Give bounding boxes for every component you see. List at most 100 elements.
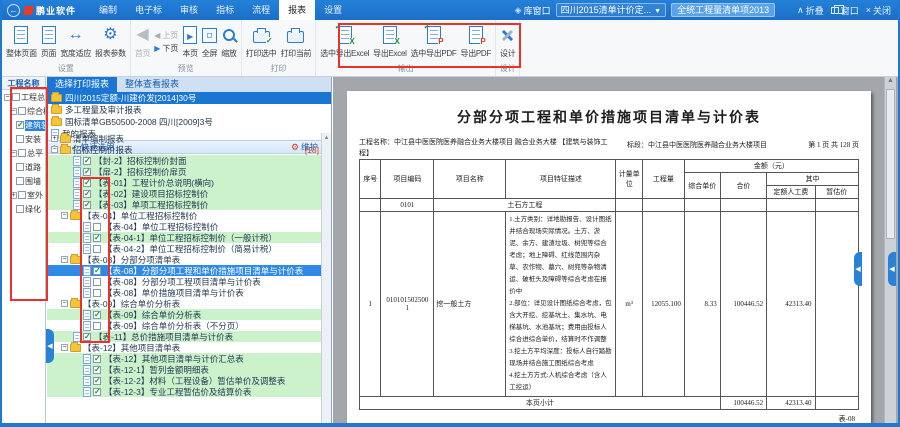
ribbon-button-zoom[interactable]: 缩放 [219, 22, 238, 59]
ribbon-button-prev[interactable]: ◀上页 [152, 29, 180, 42]
tree-report-row[interactable]: 【表-04】单位工程招标控制价 [47, 221, 321, 232]
project-tree-item[interactable]: 道路 [2, 160, 45, 174]
close-button[interactable]: ×关闭 [866, 4, 891, 17]
project-tree-item[interactable]: −综合楼 [2, 104, 45, 118]
library-dropdown[interactable]: 四川2015清单计价定...▼ [556, 3, 666, 17]
ribbon-button-printer-check[interactable]: ✓打印选中 [244, 22, 279, 59]
project-tree-item[interactable]: 围墙 [2, 174, 45, 188]
tree-report-row[interactable]: 【表-08】分部分项工程和单价措施项目清单与计价表 [47, 265, 321, 276]
ribbon-button-printer[interactable]: 打印当前 [278, 22, 313, 59]
expander-icon[interactable]: − [10, 150, 17, 157]
menu-item-1[interactable]: 电子标 [126, 0, 171, 20]
menu-item-5[interactable]: 报表 [279, 0, 315, 20]
scroll-up-icon[interactable]: ▲ [885, 77, 896, 84]
project-checkbox[interactable] [18, 149, 26, 157]
tree-report-row[interactable]: 【表-02】建设项目招标控制价 [47, 188, 321, 199]
expander-icon[interactable]: − [61, 300, 68, 307]
project-tree-item[interactable]: +室外 [2, 188, 45, 202]
tree-folder-row[interactable]: −招标控制价报表[18] [47, 144, 321, 155]
project-checkbox[interactable] [16, 205, 24, 213]
expander-icon[interactable]: − [61, 212, 68, 219]
ribbon-button-pdf[interactable]: P导出PDF [459, 22, 494, 59]
project-checkbox[interactable] [16, 135, 24, 143]
ribbon-button-home[interactable]: ◀首页 [133, 22, 152, 59]
menu-item-0[interactable]: 编制 [90, 0, 126, 20]
project-checkbox[interactable] [16, 121, 24, 129]
report-checkbox[interactable] [93, 234, 101, 242]
project-tree-item[interactable]: 绿化 [2, 202, 45, 216]
report-checkbox[interactable] [93, 322, 101, 330]
library-item-0[interactable]: 四川2015定额-川建价发[2014]30号 [47, 92, 331, 104]
library-item-1[interactable]: 多工程量及审计报表 [47, 104, 331, 116]
collapse-right-edge-handle[interactable]: ◀ [888, 252, 896, 286]
project-checkbox[interactable] [18, 107, 26, 115]
report-checkbox[interactable] [93, 366, 101, 374]
project-tree-item[interactable]: 建筑装饰 [2, 118, 45, 132]
tab-view-all-reports[interactable]: 整体查看报表 [117, 77, 187, 92]
tree-report-row[interactable]: 【封-2】招标控制价封面 [47, 155, 321, 166]
scroll-up-icon[interactable]: ▲ [322, 133, 331, 141]
tree-folder-row[interactable]: −【表-12】其他项目清单表 [47, 342, 321, 353]
window-button[interactable]: 窗口 [831, 4, 859, 17]
expander-icon[interactable]: − [51, 146, 58, 153]
ribbon-button-fullscreen[interactable]: 全屏 [200, 22, 219, 59]
menu-item-3[interactable]: 指标 [207, 0, 243, 20]
tree-folder-row[interactable]: −【表-04】单位工程招标控制价 [47, 210, 321, 221]
report-checkbox[interactable] [83, 168, 91, 176]
ribbon-button-excel-check[interactable]: X✓选中导出Excel [318, 22, 371, 59]
report-checkbox[interactable] [93, 223, 101, 231]
report-checkbox[interactable] [83, 333, 91, 341]
library-window-label[interactable]: 库窗口 [524, 4, 551, 17]
report-checkbox[interactable] [93, 377, 101, 385]
expander-icon[interactable]: − [10, 108, 17, 115]
project-checkbox[interactable] [16, 163, 24, 171]
report-checkbox[interactable] [93, 311, 101, 319]
ribbon-button-page-current[interactable]: ▶本页 [180, 22, 199, 59]
collapse-panel-handle[interactable]: ◀ [46, 329, 54, 363]
expander-icon[interactable]: − [61, 256, 68, 263]
report-checkbox[interactable] [83, 190, 91, 198]
tree-report-row[interactable]: 【表-03】单项工程招标控制价 [47, 199, 321, 210]
ribbon-button-page[interactable]: 页面 [39, 22, 58, 59]
report-checkbox[interactable] [83, 157, 91, 165]
report-checkbox[interactable] [93, 267, 101, 275]
report-checkbox[interactable] [83, 179, 91, 187]
project-checkbox[interactable] [18, 191, 26, 199]
report-checkbox[interactable] [93, 388, 101, 396]
ribbon-button-gear[interactable]: ⚙报表参数 [93, 22, 128, 59]
library-item-2[interactable]: 国标清单GB50500-2008 四川[2009]3号 [47, 116, 331, 128]
tree-report-row[interactable]: 【表-12-2】材料（工程设备）暂估单价及调整表 [47, 375, 321, 386]
ribbon-button-design[interactable]: 设计 [498, 22, 517, 59]
expander-icon[interactable]: − [4, 94, 11, 101]
report-checkbox[interactable] [93, 245, 101, 253]
project-checkbox[interactable] [12, 93, 20, 101]
ribbon-button-next[interactable]: ▶下页 [152, 42, 180, 55]
tab-select-print-reports[interactable]: 选择打印报表 [47, 77, 117, 92]
collapse-ribbon-button[interactable]: ∧折叠 [797, 4, 824, 17]
preview-scrollbar[interactable]: ▲ [884, 77, 896, 423]
expander-icon[interactable]: + [51, 135, 58, 142]
ribbon-button-excel[interactable]: X导出Excel [371, 22, 408, 59]
expander-icon[interactable]: + [10, 192, 17, 199]
tree-report-row[interactable]: 【表-04-1】单位工程招标控制价（一般计税） [47, 232, 321, 243]
menu-item-6[interactable]: 设置 [315, 0, 351, 20]
back-button[interactable]: ← [7, 4, 20, 17]
tree-report-row[interactable]: 【扉-2】招标控制价扉页 [47, 166, 321, 177]
collapse-preview-handle[interactable]: ◀ [854, 252, 862, 286]
project-checkbox[interactable] [16, 177, 24, 185]
scrollbar-thumb[interactable] [886, 89, 895, 239]
tree-report-row[interactable]: 【表-04-2】单位工程招标控制价（简易计税） [47, 243, 321, 254]
ribbon-button-page-full[interactable]: 整体页面 [4, 22, 39, 59]
menu-item-4[interactable]: 流程 [243, 0, 279, 20]
tree-folder-row[interactable]: −【表-09】综合单价分析表 [47, 298, 321, 309]
report-tree-scrollbar[interactable]: ▲ [321, 133, 331, 423]
report-checkbox[interactable] [83, 201, 91, 209]
project-tree-item[interactable]: 安装 [2, 132, 45, 146]
tree-folder-row[interactable]: −【表-08】分部分项清单表 [47, 254, 321, 265]
tree-report-row[interactable]: 【表-01】工程计价总说明(横向) [47, 177, 321, 188]
tree-report-row[interactable]: 【表-12-3】专业工程暂估价及结算价表 [47, 386, 321, 397]
tree-folder-row[interactable]: +清单编制报表 [47, 133, 321, 144]
ribbon-button-width-fit[interactable]: ↔宽度适应 [58, 22, 93, 59]
tree-report-row[interactable]: 【表-08】分部分项工程项目清单与计价表 [47, 276, 321, 287]
expander-icon[interactable]: − [61, 344, 68, 351]
